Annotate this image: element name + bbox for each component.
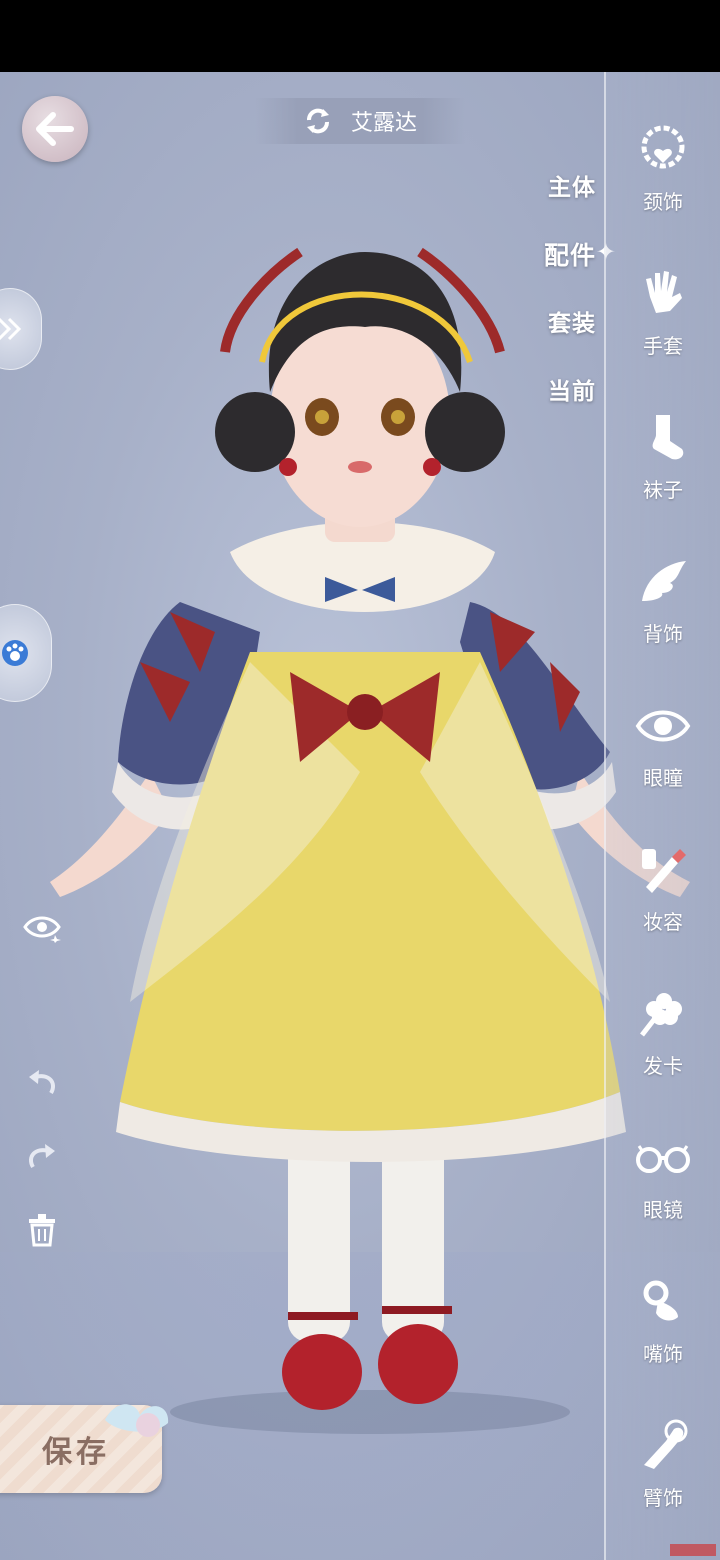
rail-item-socks[interactable]: 袜子 <box>606 408 720 503</box>
wing-icon <box>633 552 693 612</box>
swap-character-icon[interactable] <box>303 106 333 136</box>
eye-icon <box>633 696 693 756</box>
delete-button[interactable] <box>20 1208 64 1252</box>
pacifier-icon <box>633 1272 693 1332</box>
category-accessories[interactable]: 配件 <box>544 236 596 272</box>
glove-icon <box>633 264 693 324</box>
rail-item-hairpin[interactable]: 发卡 <box>606 984 720 1079</box>
eye-sparkle-icon <box>23 916 61 943</box>
save-decoration-icon <box>105 1404 169 1437</box>
rail-item-eyes[interactable]: 眼瞳 <box>606 696 720 791</box>
toggle-visibility-button[interactable] <box>20 906 64 950</box>
makeup-brush-icon <box>633 840 693 900</box>
arm-ornament-icon <box>633 1416 693 1476</box>
redo-icon <box>29 1144 55 1169</box>
rail-label: 妆容 <box>643 910 683 934</box>
undo-button[interactable] <box>20 1062 64 1106</box>
rail-item-glasses[interactable]: 眼镜 <box>606 1128 720 1223</box>
accessory-rail: 颈饰 手套 袜子 背饰 眼瞳 妆容 发卡 眼镜 嘴饰 臂饰 <box>604 72 720 1560</box>
paw-icon <box>2 640 28 666</box>
glasses-icon <box>633 1128 693 1188</box>
character-name-bar[interactable]: 艾露达 <box>255 98 465 144</box>
rail-item-arm[interactable]: 臂饰 <box>606 1416 720 1511</box>
necklace-icon <box>633 120 693 180</box>
rail-label: 眼瞳 <box>643 766 683 790</box>
rail-item-necklace[interactable]: 颈饰 <box>606 120 720 215</box>
arrow-left-icon <box>36 112 74 146</box>
pet-avatar-button[interactable] <box>0 604 52 702</box>
rail-item-mouth[interactable]: 嘴饰 <box>606 1272 720 1367</box>
rail-label: 颈饰 <box>643 190 683 214</box>
undo-icon <box>29 1070 55 1095</box>
rail-label: 发卡 <box>643 1054 683 1078</box>
hairpin-flower-icon <box>633 984 693 1044</box>
rail-label: 背饰 <box>643 622 683 646</box>
double-chevron-icon <box>0 317 22 341</box>
sock-icon <box>633 408 693 468</box>
category-outfit-set[interactable]: 套装 <box>548 304 596 338</box>
rail-item-back-ornament[interactable]: 背饰 <box>606 552 720 647</box>
rail-label: 臂饰 <box>643 1486 683 1510</box>
rail-item-makeup[interactable]: 妆容 <box>606 840 720 935</box>
rail-label: 嘴饰 <box>643 1342 683 1366</box>
rail-item-gloves[interactable]: 手套 <box>606 264 720 359</box>
trash-icon <box>29 1214 55 1247</box>
rail-label: 袜子 <box>643 478 683 502</box>
rail-label: 手套 <box>643 334 683 358</box>
rail-label: 眼镜 <box>643 1198 683 1222</box>
status-bar <box>0 0 720 72</box>
redo-button[interactable] <box>20 1136 64 1180</box>
character-name: 艾露达 <box>350 111 417 136</box>
category-main[interactable]: 主体 <box>548 168 596 202</box>
back-button[interactable] <box>22 96 88 162</box>
watermark <box>670 1544 716 1556</box>
category-current[interactable]: 当前 <box>548 372 596 406</box>
